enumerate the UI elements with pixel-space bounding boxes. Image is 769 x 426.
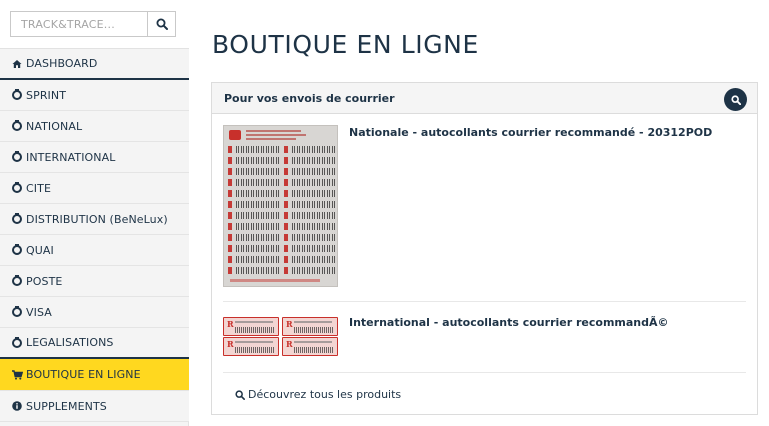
- track-trace-search: [0, 0, 189, 49]
- stopwatch-icon: [12, 306, 22, 317]
- stopwatch-icon: [12, 213, 22, 224]
- track-trace-input[interactable]: [10, 11, 148, 37]
- sidebar-item-label: INTERNATIONAL: [26, 150, 116, 164]
- stopwatch-icon: [12, 244, 22, 255]
- sidebar-item-supplements[interactable]: SUPPLEMENTS: [0, 391, 189, 422]
- sidebar-item-visa[interactable]: VISA: [0, 297, 189, 328]
- product-item: Nationale - autocollants courrier recomm…: [223, 125, 746, 302]
- sidebar-item-dashboard[interactable]: DASHBOARD: [0, 49, 189, 80]
- sidebar-item-national[interactable]: NATIONAL: [0, 111, 189, 142]
- search-icon: [156, 18, 168, 30]
- home-icon: [11, 58, 23, 70]
- sidebar-item-label: BOUTIQUE EN LIGNE: [26, 368, 141, 381]
- stopwatch-icon: [12, 120, 22, 131]
- sidebar-item-label: CITE: [26, 181, 51, 195]
- search-icon: [730, 94, 741, 105]
- sidebar-item-label: QUAI: [26, 243, 54, 257]
- stopwatch-icon: [12, 275, 22, 286]
- panel-header: Pour vos envois de courrier: [212, 83, 757, 114]
- panel-title: Pour vos envois de courrier: [224, 91, 395, 105]
- sidebar-item-label: NATIONAL: [26, 119, 83, 133]
- info-icon: [11, 400, 23, 412]
- sidebar-item-cite[interactable]: CITE: [0, 173, 189, 204]
- sidebar-item-label: DASHBOARD: [26, 57, 98, 70]
- sidebar-item-quai[interactable]: QUAI: [0, 235, 189, 266]
- bpost-logo: [229, 130, 241, 140]
- sidebar-item-label: SUPPLEMENTS: [26, 399, 107, 413]
- stopwatch-icon: [12, 336, 22, 348]
- discover-all-products-link[interactable]: Découvrez tous les produits: [235, 388, 401, 401]
- sidebar-item-label: SPRINT: [26, 88, 67, 102]
- product-thumbnail-international[interactable]: R R R R: [223, 315, 338, 356]
- products-panel: Pour vos envois de courrier Nationale -: [211, 82, 758, 415]
- sidebar-item-label: LEGALISATIONS: [26, 336, 114, 349]
- sidebar-item-poste[interactable]: POSTE: [0, 266, 189, 297]
- page-title: BOUTIQUE EN LIGNE: [212, 30, 479, 59]
- stopwatch-icon: [12, 182, 22, 193]
- sidebar-nav: DASHBOARD SPRINT NATIONAL INTERNATIONAL …: [0, 49, 189, 422]
- search-icon: [235, 389, 245, 400]
- sidebar-item-distribution[interactable]: DISTRIBUTION (BeNeLux): [0, 204, 189, 235]
- sidebar-item-label: POSTE: [26, 274, 63, 288]
- product-link-international[interactable]: International - autocollants courrier re…: [349, 316, 669, 329]
- cart-icon: [11, 369, 23, 381]
- track-trace-search-button[interactable]: [147, 11, 176, 37]
- product-item: R R R R International - autocollants cou…: [223, 315, 746, 373]
- sidebar: DASHBOARD SPRINT NATIONAL INTERNATIONAL …: [0, 0, 189, 426]
- product-thumbnail-national[interactable]: [223, 125, 338, 287]
- sidebar-item-international[interactable]: INTERNATIONAL: [0, 142, 189, 173]
- sidebar-item-boutique-en-ligne[interactable]: BOUTIQUE EN LIGNE: [0, 359, 189, 391]
- panel-search-button[interactable]: [724, 88, 747, 111]
- product-link-national[interactable]: Nationale - autocollants courrier recomm…: [349, 126, 712, 139]
- discover-label: Découvrez tous les produits: [248, 388, 402, 401]
- stopwatch-icon: [12, 89, 22, 100]
- stopwatch-icon: [12, 151, 22, 162]
- sidebar-item-label: DISTRIBUTION (BeNeLux): [26, 212, 168, 226]
- sidebar-item-label: VISA: [26, 305, 52, 319]
- sidebar-item-sprint[interactable]: SPRINT: [0, 80, 189, 111]
- sidebar-item-legalisations[interactable]: LEGALISATIONS: [0, 328, 189, 359]
